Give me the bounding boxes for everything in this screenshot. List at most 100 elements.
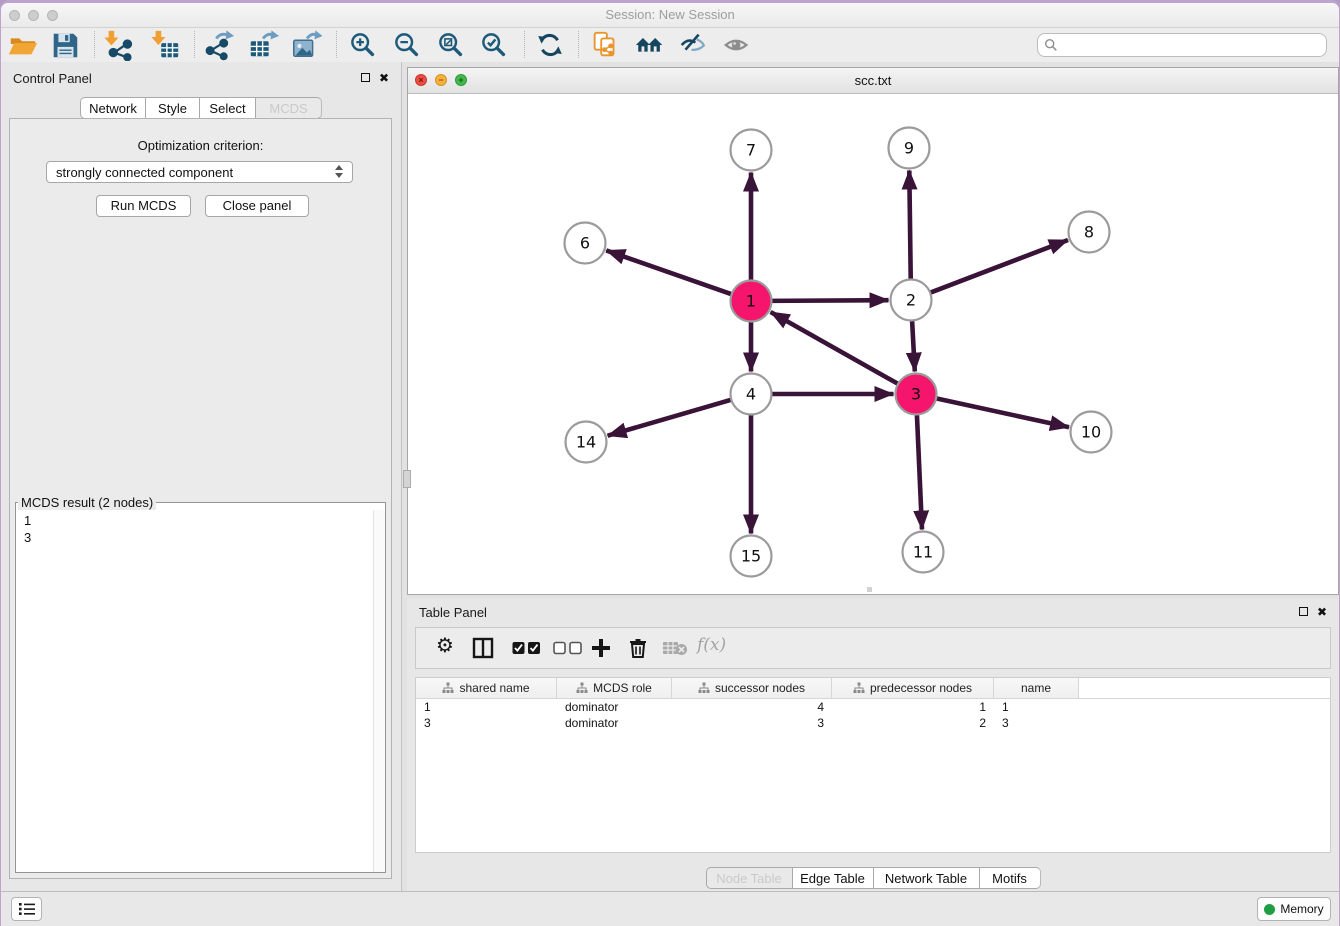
cell-successor-nodes: 3 bbox=[672, 715, 832, 731]
graph-node-8[interactable]: 8 bbox=[1069, 212, 1110, 253]
column-header-name[interactable]: name bbox=[994, 678, 1079, 698]
cell-shared-name: 3 bbox=[416, 715, 557, 731]
import-table-icon[interactable] bbox=[149, 29, 181, 61]
toolbar-separator bbox=[524, 31, 525, 58]
search-input[interactable] bbox=[1037, 33, 1327, 57]
control-panel-title: Control Panel bbox=[13, 71, 92, 86]
deselect-all-icon[interactable] bbox=[553, 641, 583, 655]
svg-text:6: 6 bbox=[580, 234, 590, 253]
zoom-selected-icon[interactable] bbox=[478, 29, 510, 61]
graph-node-14[interactable]: 14 bbox=[566, 422, 607, 463]
show-panels-list-button[interactable] bbox=[11, 897, 42, 921]
function-builder-icon[interactable]: f(x) bbox=[697, 635, 726, 655]
svg-text:9: 9 bbox=[904, 139, 914, 158]
tab-network-table[interactable]: Network Table bbox=[873, 867, 979, 889]
graph-node-4[interactable]: 4 bbox=[731, 374, 772, 415]
float-table-panel-icon[interactable] bbox=[1299, 607, 1308, 616]
toolbar-separator bbox=[578, 31, 579, 58]
zoom-fit-icon[interactable] bbox=[435, 29, 467, 61]
float-panel-icon[interactable] bbox=[361, 73, 370, 82]
edge-2-9[interactable] bbox=[909, 170, 910, 280]
close-panel-button[interactable]: Close panel bbox=[205, 195, 309, 217]
panel-divider-grip[interactable] bbox=[403, 470, 411, 488]
tab-node-table[interactable]: Node Table bbox=[706, 867, 792, 889]
tab-select[interactable]: Select bbox=[199, 97, 255, 119]
graph-node-9[interactable]: 9 bbox=[889, 128, 930, 169]
toolbar-separator bbox=[94, 31, 95, 58]
network-canvas[interactable]: 7 9 6 8 1 2 4 3 14 10 15 11 bbox=[408, 93, 1338, 594]
sort-hierarchy-icon bbox=[576, 682, 588, 694]
graph-node-6[interactable]: 6 bbox=[565, 223, 606, 264]
export-network-icon[interactable] bbox=[203, 29, 235, 61]
edge-3-11[interactable] bbox=[917, 413, 922, 529]
graph-node-10[interactable]: 10 bbox=[1071, 412, 1112, 453]
edge-2-8[interactable] bbox=[929, 240, 1068, 293]
graph-node-3[interactable]: 3 bbox=[896, 374, 937, 415]
graph-node-2[interactable]: 2 bbox=[891, 280, 932, 321]
import-network-icon[interactable] bbox=[102, 29, 134, 61]
criterion-dropdown[interactable]: strongly connected component bbox=[46, 161, 353, 183]
svg-text:11: 11 bbox=[913, 543, 933, 562]
result-scrollbar[interactable] bbox=[373, 510, 385, 872]
graph-node-1[interactable]: 1 bbox=[731, 281, 772, 322]
column-header-successor-nodes[interactable]: successor nodes bbox=[672, 678, 832, 698]
graph-node-7[interactable]: 7 bbox=[731, 130, 772, 171]
canvas-resize-handle[interactable] bbox=[867, 587, 872, 592]
delete-row-trash-icon[interactable] bbox=[627, 637, 649, 659]
sort-hierarchy-icon bbox=[853, 682, 865, 694]
delete-table-icon[interactable] bbox=[662, 640, 688, 656]
svg-text:10: 10 bbox=[1081, 423, 1101, 442]
edge-1-6[interactable] bbox=[606, 250, 732, 294]
run-mcds-button[interactable]: Run MCDS bbox=[96, 195, 191, 217]
graph-node-11[interactable]: 11 bbox=[903, 532, 944, 573]
tab-motifs[interactable]: Motifs bbox=[979, 867, 1041, 889]
table-row[interactable]: 1 dominator 4 1 1 bbox=[416, 699, 1330, 715]
mcds-result-box: MCDS result (2 nodes) 1 3 bbox=[15, 495, 386, 873]
edge-1-2[interactable] bbox=[770, 300, 888, 301]
edge-3-10[interactable] bbox=[935, 398, 1069, 427]
graph-node-15[interactable]: 15 bbox=[731, 536, 772, 577]
tab-network[interactable]: Network bbox=[80, 97, 145, 119]
memory-button[interactable]: Memory bbox=[1257, 897, 1331, 921]
table-settings-gear-icon[interactable]: ⚙ bbox=[436, 633, 454, 658]
save-session-icon[interactable] bbox=[49, 29, 81, 61]
cell-mcds-role: dominator bbox=[557, 699, 672, 715]
eye-icon[interactable] bbox=[722, 29, 754, 61]
close-panel-icon[interactable]: ✖ bbox=[379, 72, 389, 84]
select-all-icon[interactable] bbox=[512, 641, 542, 655]
column-header-mcds-role[interactable]: MCDS role bbox=[557, 678, 672, 698]
home-icon[interactable] bbox=[634, 29, 666, 61]
control-panel-tabs: Network Style Select MCDS bbox=[80, 97, 322, 119]
sort-hierarchy-icon bbox=[698, 682, 710, 694]
show-columns-icon[interactable] bbox=[472, 637, 494, 659]
edge-2-3[interactable] bbox=[912, 319, 915, 371]
cell-name: 3 bbox=[994, 715, 1079, 731]
network-titlebar[interactable]: × − + scc.txt bbox=[408, 68, 1338, 94]
table-toolbar: ⚙ bbox=[415, 627, 1331, 669]
node-table: shared name MCDS role bbox=[415, 677, 1331, 853]
refresh-icon[interactable] bbox=[534, 29, 566, 61]
tab-edge-table[interactable]: Edge Table bbox=[792, 867, 873, 889]
result-line: 1 bbox=[24, 512, 31, 529]
export-table-icon[interactable] bbox=[247, 29, 279, 61]
tab-style[interactable]: Style bbox=[145, 97, 199, 119]
close-table-panel-icon[interactable]: ✖ bbox=[1317, 606, 1327, 618]
zoom-out-icon[interactable] bbox=[391, 29, 423, 61]
toolbar-separator bbox=[194, 31, 195, 58]
column-header-shared-name[interactable]: shared name bbox=[416, 678, 557, 698]
column-header-predecessor-nodes[interactable]: predecessor nodes bbox=[832, 678, 994, 698]
add-row-icon[interactable] bbox=[590, 637, 612, 659]
window-frame: Session: New Session bbox=[0, 0, 1340, 926]
svg-text:8: 8 bbox=[1084, 223, 1094, 242]
open-file-icon[interactable] bbox=[7, 29, 39, 61]
hide-panels-icon[interactable] bbox=[677, 29, 709, 61]
edge-4-14[interactable] bbox=[608, 399, 733, 435]
clone-network-icon[interactable] bbox=[589, 29, 621, 61]
table-row[interactable]: 3 dominator 3 2 3 bbox=[416, 715, 1330, 731]
export-image-icon[interactable] bbox=[290, 29, 322, 61]
dropdown-stepper-icon bbox=[335, 165, 346, 181]
memory-status-dot bbox=[1264, 904, 1275, 915]
edge-3-1[interactable] bbox=[771, 312, 899, 384]
tab-mcds[interactable]: MCDS bbox=[255, 97, 322, 119]
zoom-in-icon[interactable] bbox=[347, 29, 379, 61]
